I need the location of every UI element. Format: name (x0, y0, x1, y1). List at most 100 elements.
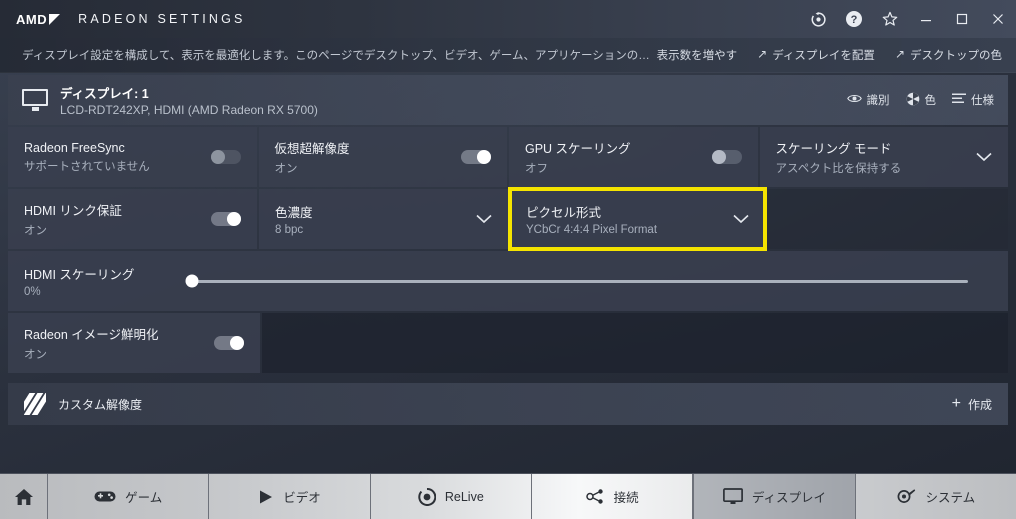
tile-virtual-super-resolution[interactable]: 仮想超解像度 オン (258, 127, 507, 187)
tile-title: スケーリング モード (775, 142, 892, 156)
link-desktop-color[interactable]: ↗ デスクトップの色 (895, 47, 1002, 63)
nav-item-system-label: システム (925, 491, 976, 505)
slider-knob[interactable] (185, 274, 199, 288)
tile-value: YCbCr 4:4:4 Pixel Format (526, 224, 658, 236)
nav-item-video-label: ビデオ (283, 491, 321, 505)
app-title: RADEON SETTINGS (78, 12, 246, 26)
tile-row: HDMI リンク保証 オン 色濃度 8 bpc ピクセル形式 YCbCr 4:4… (8, 187, 1009, 251)
tile-row: Radeon FreeSync サポートされていません 仮想超解像度 オン GP… (8, 127, 1008, 187)
svg-text:?: ? (851, 14, 858, 26)
tile-row: HDMI スケーリング 0% (8, 251, 1008, 311)
page-description: ディスプレイ設定を構成して、表示を最適化します。このページでデスクトップ、ビデオ… (22, 50, 657, 62)
tile-scaling-mode[interactable]: スケーリング モード アスペクト比を保持する (759, 127, 1008, 187)
play-icon (258, 489, 274, 505)
freesync-toggle[interactable] (210, 150, 241, 164)
tile-empty-slot (262, 313, 1008, 373)
tile-value: サポートされていません (24, 160, 150, 173)
gear-wrench-icon (896, 488, 916, 506)
link-arrange-displays[interactable]: ↗ ディスプレイを配置 (757, 47, 875, 63)
nav-item-gaming[interactable]: ゲーム (48, 474, 210, 519)
gpu-scaling-toggle[interactable] (711, 150, 742, 164)
display-meta: ディスプレイ: 1 LCD-RDT242XP, HDMI (AMD Radeon… (60, 83, 318, 117)
monitor-icon (22, 89, 48, 111)
chevron-down-icon[interactable] (733, 214, 749, 224)
color-button[interactable]: 色 (906, 92, 937, 109)
display-header[interactable]: ディスプレイ: 1 LCD-RDT242XP, HDMI (AMD Radeon… (8, 75, 1008, 125)
arrow-northeast-icon: ↗ (894, 47, 905, 61)
tile-value: 0% (24, 286, 41, 298)
tile-gpu-scaling[interactable]: GPU スケーリング オフ (509, 127, 758, 187)
arrow-northeast-icon: ↗ (757, 47, 768, 61)
close-icon[interactable] (980, 0, 1016, 38)
tile-value: アスペクト比を保持する (775, 163, 902, 175)
color-label: 色 (924, 95, 937, 107)
tile-title: 仮想超解像度 (274, 142, 350, 156)
nav-item-relive[interactable]: ReLive (371, 474, 532, 519)
chevron-down-icon[interactable] (476, 214, 492, 224)
nav-item-home[interactable] (0, 474, 48, 519)
image-sharpening-toggle[interactable] (214, 336, 244, 350)
display-name: ディスプレイ: 1 (60, 87, 149, 101)
tile-title: 色濃度 (275, 206, 313, 220)
home-icon (14, 488, 34, 506)
eye-icon (846, 93, 862, 107)
tile-empty-slot (766, 189, 1009, 249)
tile-title: GPU スケーリング (525, 142, 631, 156)
identify-label: 識別 (866, 95, 890, 107)
link-increase-displays-label: 表示数を増やす (656, 50, 738, 62)
tile-hdmi-scaling[interactable]: HDMI スケーリング 0% (8, 251, 1008, 311)
amd-logo-text: AMD (16, 11, 48, 27)
monitor-icon (722, 488, 743, 505)
tile-title: Radeon イメージ鮮明化 (24, 328, 159, 342)
link-increase-displays[interactable]: 表示数を増やす (657, 47, 738, 63)
vsr-toggle[interactable] (461, 150, 491, 164)
tile-radeon-freesync[interactable]: Radeon FreeSync サポートされていません (8, 127, 257, 187)
tile-value: オン (24, 225, 47, 237)
nav-item-connect-label: 接続 (613, 491, 639, 505)
tile-value: 8 bpc (275, 224, 304, 236)
nav-item-gaming-label: ゲーム (125, 491, 163, 505)
tile-title: HDMI スケーリング (24, 268, 135, 282)
chevron-down-icon[interactable] (976, 152, 992, 162)
star-icon[interactable] (872, 0, 908, 38)
nav-item-display-label: ディスプレイ (751, 491, 827, 505)
radeon-settings-window: AMD RADEON SETTINGS ? ディスプレイ設定を構成して、表示を最… (0, 0, 1016, 519)
custom-resolution-bar[interactable]: カスタム解像度 + 作成 (8, 383, 1008, 425)
nav-item-video[interactable]: ビデオ (209, 474, 371, 519)
nav-item-connect[interactable]: 接続 (532, 474, 694, 519)
link-desktop-color-label: デスクトップの色 (910, 50, 1002, 62)
update-icon[interactable] (800, 0, 836, 38)
maximize-icon[interactable] (944, 0, 980, 38)
description-links: 表示数を増やす ↗ ディスプレイを配置 ↗ デスクトップの色 (657, 47, 1002, 63)
title-bar: AMD RADEON SETTINGS ? (0, 0, 1016, 38)
hdmi-link-toggle[interactable] (211, 212, 241, 226)
create-resolution-button[interactable]: + 作成 (952, 396, 992, 413)
tile-hdmi-link-assurance[interactable]: HDMI リンク保証 オン (8, 189, 257, 249)
settings-tile-grid: Radeon FreeSync サポートされていません 仮想超解像度 オン GP… (8, 127, 1009, 373)
tile-title: Radeon FreeSync (24, 140, 125, 155)
nav-item-display[interactable]: ディスプレイ (693, 474, 856, 519)
hdmi-scaling-slider[interactable] (185, 274, 968, 288)
specs-button[interactable]: 仕様 (952, 92, 994, 108)
help-icon[interactable]: ? (836, 0, 872, 38)
tile-row: Radeon イメージ鮮明化 オン (8, 313, 1008, 373)
custom-resolution-icon (24, 393, 46, 415)
specs-label: 仕様 (971, 95, 994, 107)
gamepad-icon (94, 489, 116, 504)
tile-radeon-image-sharpening[interactable]: Radeon イメージ鮮明化 オン (8, 313, 260, 373)
identify-button[interactable]: 識別 (846, 92, 890, 108)
tile-pixel-format[interactable]: ピクセル形式 YCbCr 4:4:4 Pixel Format (508, 187, 767, 251)
title-bar-actions: ? (800, 0, 1016, 38)
amd-logo: AMD (16, 11, 61, 27)
slider-track[interactable] (192, 279, 968, 283)
nav-item-system[interactable]: システム (856, 474, 1016, 519)
tile-title: ピクセル形式 (526, 206, 602, 220)
amd-logo-arrow-icon (49, 13, 61, 25)
link-arrange-displays-label: ディスプレイを配置 (772, 50, 875, 62)
nav-item-relive-label: ReLive (444, 489, 484, 504)
tile-value: オフ (525, 163, 548, 175)
tile-color-depth[interactable]: 色濃度 8 bpc (259, 189, 508, 249)
minimize-icon[interactable] (908, 0, 944, 38)
create-resolution-label: 作成 (967, 397, 992, 412)
nodes-icon (585, 488, 605, 505)
